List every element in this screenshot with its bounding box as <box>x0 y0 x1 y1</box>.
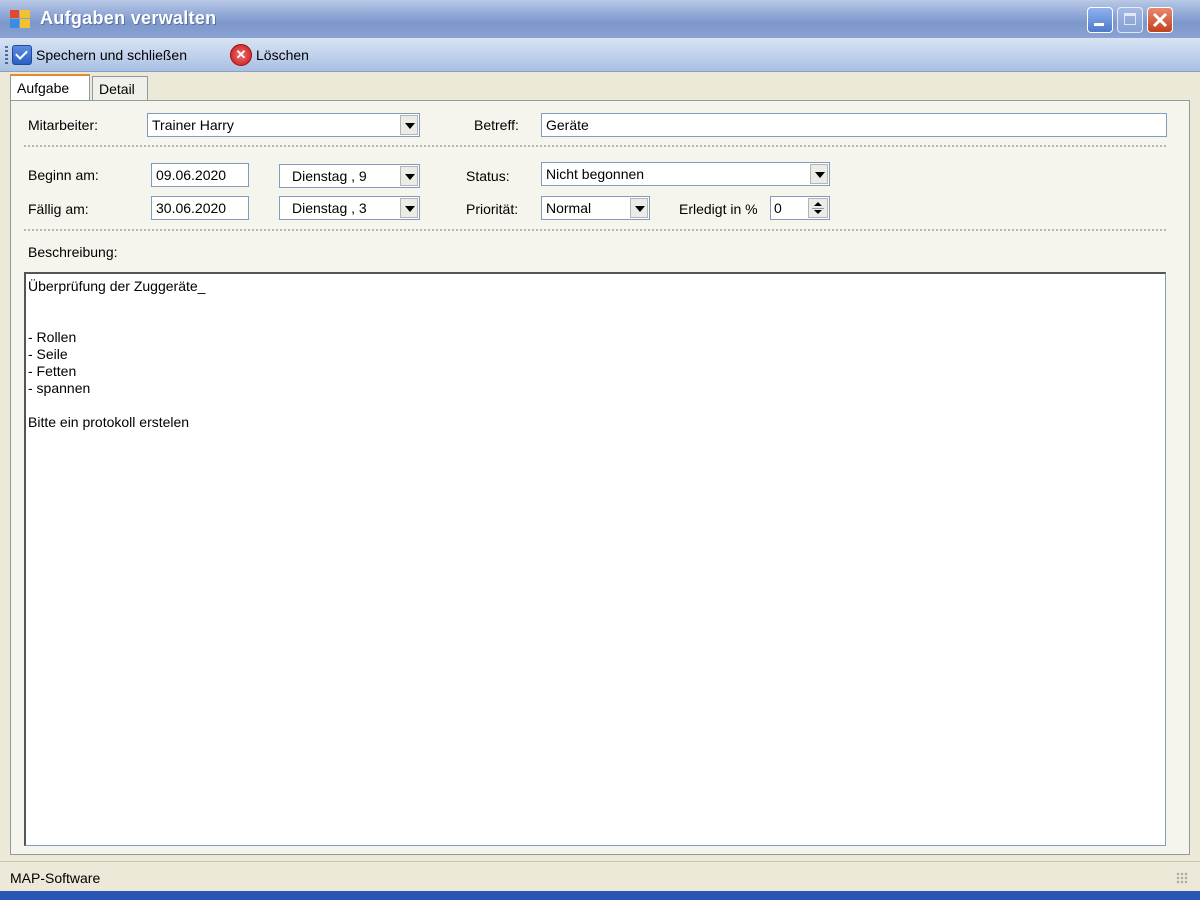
stepper-arrows-icon[interactable] <box>808 198 828 218</box>
faellig-date-picker[interactable]: Dienstag , 3 <box>279 196 420 220</box>
betreff-field[interactable]: Geräte <box>541 113 1167 137</box>
save-and-close-label: Spechern und schließen <box>36 47 187 63</box>
mitarbeiter-label: Mitarbeiter: <box>28 117 99 133</box>
beginn-date-field[interactable]: 09.06.2020 <box>151 163 249 187</box>
status-text: MAP-Software <box>10 870 101 886</box>
faellig-day-value: Dienstag , 3 <box>292 200 367 216</box>
chevron-down-icon[interactable] <box>630 198 648 218</box>
beginn-date-picker[interactable]: Dienstag , 9 <box>279 164 420 188</box>
close-icon <box>1152 12 1168 28</box>
taskbar <box>0 891 1200 900</box>
faellig-label: Fällig am: <box>28 201 89 217</box>
erledigt-label: Erledigt in % <box>679 201 758 217</box>
status-select[interactable]: Nicht begonnen <box>541 162 830 186</box>
beschreibung-textarea[interactable]: Überprüfung der Zuggeräte_ - Rollen - Se… <box>24 272 1166 846</box>
delete-icon: ✕ <box>230 44 252 66</box>
faellig-date-field[interactable]: 30.06.2020 <box>151 196 249 220</box>
status-bar: MAP-Software <box>0 861 1200 892</box>
close-button[interactable] <box>1147 7 1173 33</box>
prioritaet-select[interactable]: Normal <box>541 196 650 220</box>
chevron-down-icon[interactable] <box>400 198 418 218</box>
chevron-down-icon[interactable] <box>400 115 418 135</box>
tab-aufgabe[interactable]: Aufgabe <box>10 74 90 101</box>
status-label: Status: <box>466 168 510 184</box>
chevron-down-icon[interactable] <box>400 166 418 186</box>
delete-button[interactable]: ✕ Löschen <box>230 44 309 66</box>
beschreibung-label: Beschreibung: <box>28 244 118 260</box>
resize-grip-icon[interactable] <box>1176 872 1188 884</box>
minimize-button[interactable] <box>1087 7 1113 33</box>
app-icon <box>10 10 30 28</box>
chevron-down-icon[interactable] <box>810 164 828 184</box>
beginn-label: Beginn am: <box>28 167 99 183</box>
toolbar: Spechern und schließen ✕ Löschen <box>0 38 1200 72</box>
separator-line <box>24 229 1166 231</box>
save-and-close-button[interactable]: Spechern und schließen <box>12 44 187 66</box>
delete-label: Löschen <box>256 47 309 63</box>
erledigt-value: 0 <box>774 200 782 216</box>
separator-line <box>24 145 1166 147</box>
toolbar-grip[interactable] <box>5 46 8 64</box>
prioritaet-label: Priorität: <box>466 201 519 217</box>
prioritaet-value: Normal <box>546 200 592 216</box>
task-window: Aufgaben verwalten Spechern und schließe… <box>0 0 1200 900</box>
checkmark-icon <box>12 45 32 65</box>
maximize-button[interactable] <box>1117 7 1143 33</box>
mitarbeiter-value: Trainer Harry <box>152 117 234 133</box>
status-value: Nicht begonnen <box>546 166 645 182</box>
betreff-label: Betreff: <box>474 117 519 133</box>
tab-detail[interactable]: Detail <box>92 76 148 100</box>
beginn-day-value: Dienstag , 9 <box>292 168 367 184</box>
title-bar[interactable]: Aufgaben verwalten <box>0 0 1200 38</box>
erledigt-stepper[interactable]: 0 <box>770 196 830 220</box>
window-title: Aufgaben verwalten <box>40 8 217 28</box>
mitarbeiter-select[interactable]: Trainer Harry <box>147 113 420 137</box>
